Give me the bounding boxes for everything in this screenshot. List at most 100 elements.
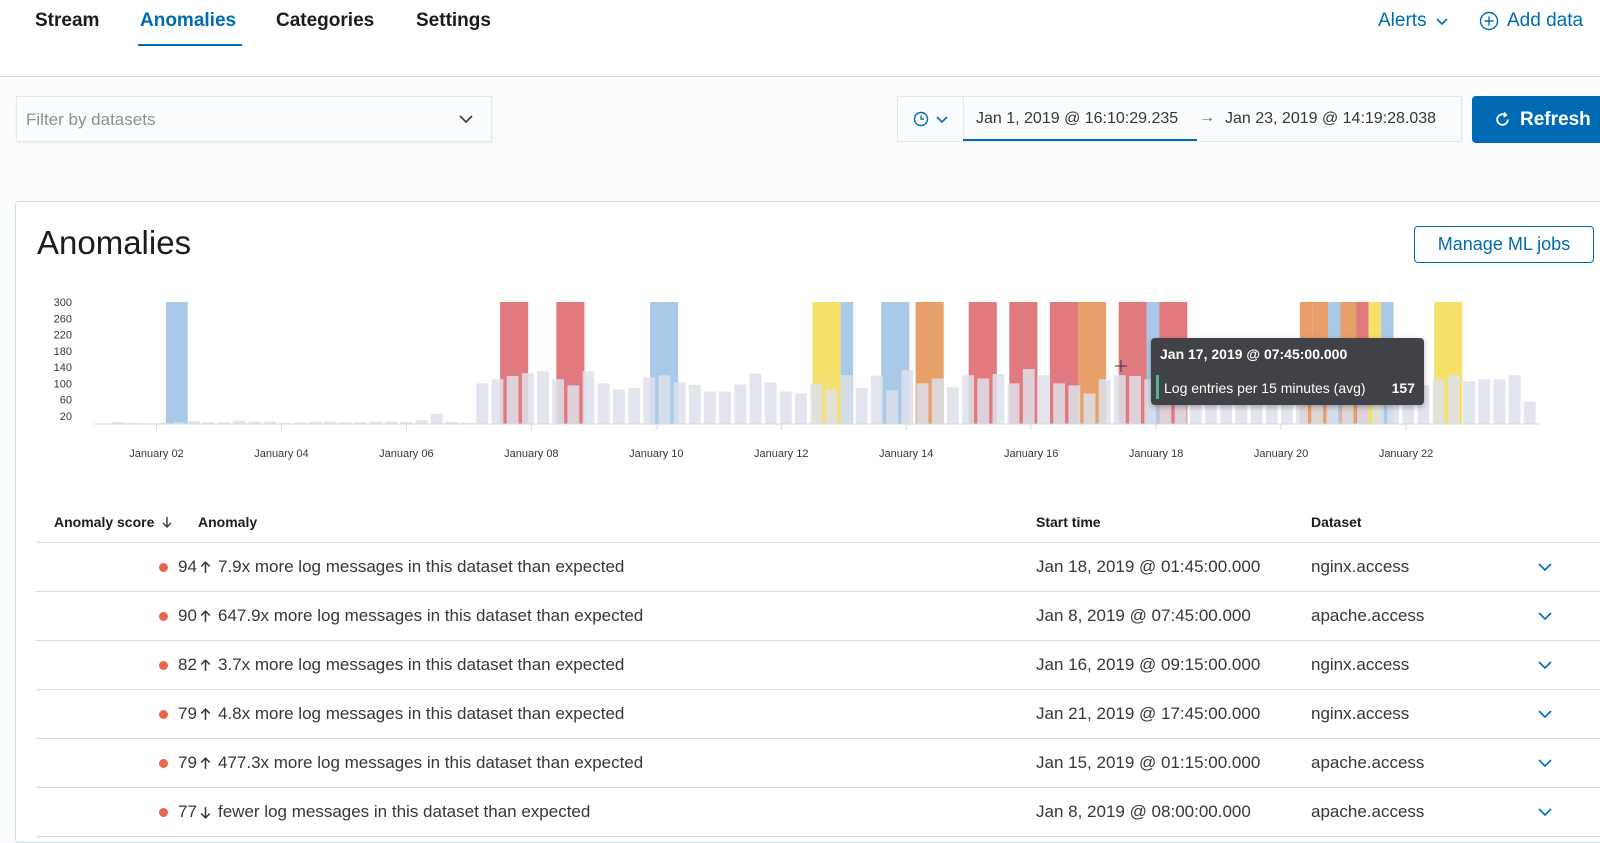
tab-settings[interactable]: Settings <box>416 10 491 32</box>
table-row[interactable]: 77 fewer log messages in this dataset tha… <box>36 788 1600 837</box>
dataset-cell: nginx.access <box>1311 704 1410 723</box>
chart-tooltip: Jan 17, 2019 @ 07:45:00.000 Log entries … <box>1151 338 1424 405</box>
chart-bar <box>795 393 807 424</box>
table-row[interactable]: 82 3.7x more log messages in this dataset… <box>36 641 1600 690</box>
sort-score-header[interactable]: Anomaly score <box>54 514 174 530</box>
table-header: Anomaly score Anomaly Start time Dataset <box>36 500 1600 543</box>
manage-ml-jobs-button[interactable]: Manage ML jobs <box>1414 226 1594 263</box>
dataset-header: Dataset <box>1311 514 1362 530</box>
chart-bar <box>1113 375 1126 424</box>
x-tick-label: January 20 <box>1254 448 1308 460</box>
expand-row-button[interactable] <box>1536 558 1554 576</box>
table-row[interactable]: 79 477.3x more log messages in this datas… <box>36 739 1600 788</box>
chart-bar <box>537 371 549 424</box>
anomaly-description: fewer log messages in this dataset than … <box>198 802 590 822</box>
tab-stream[interactable]: Stream <box>35 10 99 32</box>
chart-bar <box>749 373 762 424</box>
anomalies-panel: Anomalies Manage ML jobs 300 260 220 180 140… <box>15 201 1600 843</box>
table-row[interactable]: 79 4.8x more log messages in this dataset… <box>36 690 1600 739</box>
start-time-header: Start time <box>1036 514 1101 530</box>
chart-bar <box>1447 375 1460 424</box>
expand-row-button[interactable] <box>1536 607 1554 625</box>
anomaly-text: 4.8x more log messages in this dataset t… <box>218 704 625 723</box>
chart-bar <box>810 383 823 424</box>
chart-bar <box>476 383 489 424</box>
dataset-filter-placeholder: Filter by datasets <box>26 110 156 129</box>
tooltip-series-color <box>1156 375 1159 399</box>
chart-bar <box>643 377 656 424</box>
date-picker: Jan 1, 2019 @ 16:10:29.235 → Jan 23, 201… <box>897 96 1462 142</box>
add-data-button[interactable]: Add data <box>1479 10 1583 32</box>
y-tick-label: 300 <box>54 297 72 309</box>
start-time-cell: Jan 15, 2019 @ 01:15:00.000 <box>1036 753 1261 772</box>
table-row[interactable]: 90 647.9x more log messages in this datas… <box>36 592 1600 641</box>
expand-row-button[interactable] <box>1536 803 1554 821</box>
chevron-down-icon <box>935 116 948 124</box>
expand-row-button[interactable] <box>1536 754 1554 772</box>
refresh-button[interactable]: Refresh <box>1472 96 1600 143</box>
start-date-active-indicator <box>963 139 1197 141</box>
end-date-button[interactable]: Jan 23, 2019 @ 14:19:28.038 <box>1225 110 1436 128</box>
chart-bar <box>1083 393 1096 424</box>
chevron-down-icon <box>1436 18 1448 26</box>
arrow-down-icon <box>200 806 211 819</box>
chart-bar <box>1463 381 1475 424</box>
y-tick-label: 60 <box>60 395 72 407</box>
chart-bar <box>931 378 944 424</box>
chart-bar <box>628 388 640 424</box>
tooltip-label: Log entries per 15 minutes (avg) <box>1164 380 1366 396</box>
start-date-button[interactable]: Jan 1, 2019 @ 16:10:29.235 <box>976 110 1178 128</box>
y-tick-label: 140 <box>54 362 72 374</box>
chevron-down-icon <box>459 115 473 124</box>
chart-bar <box>1432 379 1445 424</box>
tab-anomalies[interactable]: Anomalies <box>140 10 236 32</box>
anomaly-header: Anomaly <box>198 514 258 530</box>
quick-select-button[interactable] <box>898 97 964 141</box>
anomaly-score: 79 <box>178 704 197 723</box>
dataset-cell: nginx.access <box>1311 655 1410 674</box>
anomaly-text: fewer log messages in this dataset than … <box>218 802 591 821</box>
chart-bar <box>506 376 519 424</box>
chart-bar <box>1129 376 1141 424</box>
chart-bar <box>612 389 625 424</box>
add-data-label: Add data <box>1507 10 1584 31</box>
chart-bar <box>946 387 959 424</box>
chart-bar <box>415 420 428 424</box>
tab-categories[interactable]: Categories <box>276 10 374 32</box>
chart-bar <box>992 373 1005 424</box>
tooltip-value: 157 <box>1391 380 1415 396</box>
chart-bar <box>1038 375 1050 424</box>
y-tick-label: 220 <box>54 330 72 342</box>
table-row[interactable]: 94 7.9x more log messages in this dataset… <box>36 543 1600 592</box>
expand-row-button[interactable] <box>1536 656 1554 674</box>
anomaly-description: 7.9x more log messages in this dataset t… <box>198 557 624 577</box>
chart-bar <box>962 375 974 424</box>
x-tick-label: January 02 <box>129 448 183 460</box>
severity-dot <box>159 759 168 768</box>
chart-bar <box>840 375 853 424</box>
alerts-menu-button[interactable]: Alerts <box>1378 10 1449 32</box>
chart-bar <box>597 383 610 424</box>
chart-bar <box>1068 385 1081 424</box>
anomaly-description: 647.9x more log messages in this dataset… <box>198 606 643 626</box>
y-tick-label: 100 <box>54 378 72 390</box>
chart-bar <box>582 371 595 424</box>
chart-bar <box>977 378 990 424</box>
anomaly-band <box>165 302 188 424</box>
arrow-down-icon <box>162 517 172 528</box>
chart-bar <box>719 391 732 424</box>
chart-bar <box>567 385 580 424</box>
anomaly-score: 90 <box>178 606 197 625</box>
chart-bar <box>734 384 747 424</box>
anomaly-score: 77 <box>178 802 197 821</box>
anomaly-text: 3.7x more log messages in this dataset t… <box>218 655 625 674</box>
expand-row-button[interactable] <box>1536 705 1554 723</box>
x-tick-label: January 22 <box>1379 448 1433 460</box>
severity-dot <box>159 808 168 817</box>
y-tick-label: 260 <box>54 313 72 325</box>
dataset-filter-combobox[interactable]: Filter by datasets <box>16 96 492 142</box>
x-tick-label: January 18 <box>1129 448 1183 460</box>
x-tick-label: January 04 <box>254 448 308 460</box>
chart-bar <box>779 391 792 424</box>
start-time-cell: Jan 21, 2019 @ 17:45:00.000 <box>1036 704 1261 723</box>
